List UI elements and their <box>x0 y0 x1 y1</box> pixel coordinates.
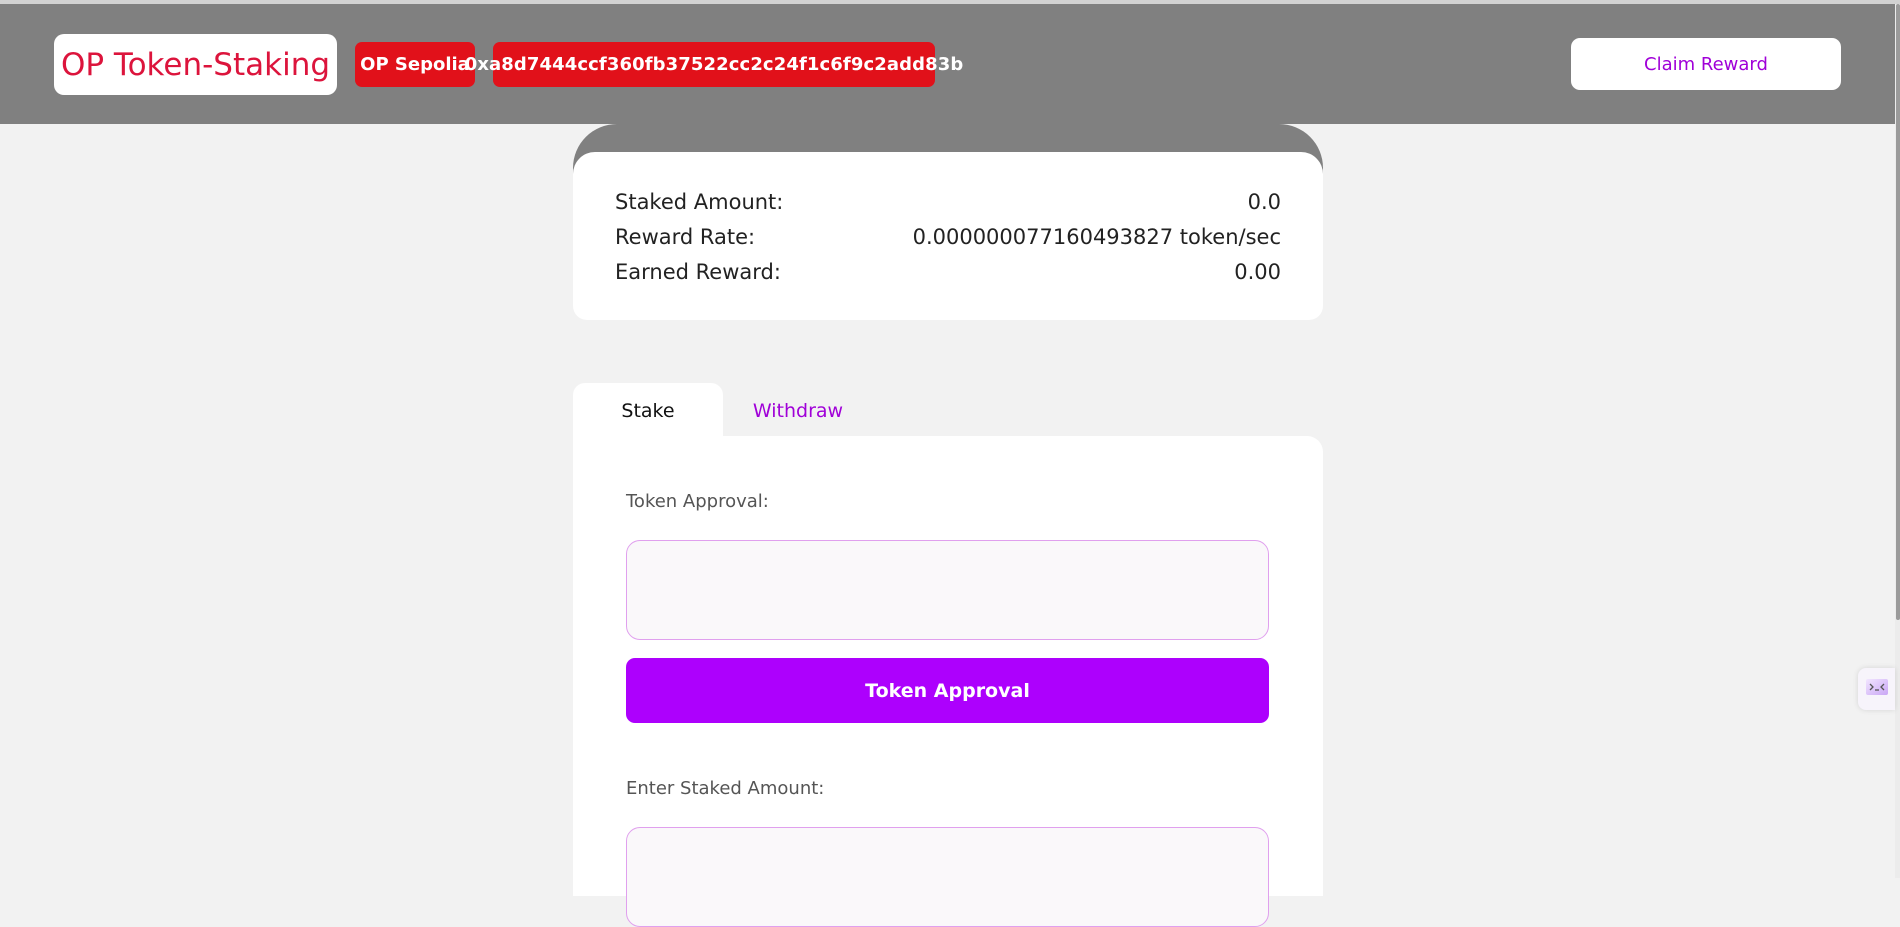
token-approval-button[interactable]: Token Approval <box>626 658 1269 723</box>
staked-amount-label: Staked Amount: <box>615 190 784 214</box>
brand-logo: OP Token-Staking <box>54 34 337 95</box>
brand-title: OP Token-Staking <box>60 46 331 83</box>
earned-reward-label: Earned Reward: <box>615 260 781 284</box>
tab-withdraw-label: Withdraw <box>752 399 844 422</box>
staked-amount-input[interactable] <box>626 827 1269 927</box>
scrollbar-thumb[interactable] <box>1896 4 1900 620</box>
stats-card: Staked Amount: 0.0 Reward Rate: 0.000000… <box>573 152 1323 320</box>
earned-reward-value: 0.00 <box>1234 260 1281 284</box>
floating-widget[interactable] <box>1858 668 1895 710</box>
tab-withdraw[interactable]: Withdraw <box>733 383 863 438</box>
app-header: OP Token-Staking OP Sepolia 0xa8d7444ccf… <box>0 4 1895 124</box>
expand-icon <box>1865 679 1888 699</box>
stake-form: Token Approval: Token Approval Enter Sta… <box>573 436 1323 927</box>
wallet-address-label: 0xa8d7444ccf360fb37522cc2c24f1c6f9c2add8… <box>464 54 964 75</box>
reward-rate-label: Reward Rate: <box>615 225 756 249</box>
reward-rate-value: 0.000000077160493827 token/sec <box>912 225 1281 249</box>
network-badge[interactable]: OP Sepolia <box>355 42 475 87</box>
earned-reward-row: Earned Reward: 0.00 <box>615 257 1281 287</box>
network-label: OP Sepolia <box>360 54 470 75</box>
tab-stake[interactable]: Stake <box>573 383 723 438</box>
token-approval-input[interactable] <box>626 540 1269 640</box>
token-approval-label: Token Approval: <box>626 491 769 512</box>
staked-amount-input-label: Enter Staked Amount: <box>626 778 825 799</box>
tab-stake-label: Stake <box>621 399 675 422</box>
staked-amount-value: 0.0 <box>1247 190 1281 214</box>
staked-amount-row: Staked Amount: 0.0 <box>615 187 1281 217</box>
wallet-address-badge[interactable]: 0xa8d7444ccf360fb37522cc2c24f1c6f9c2add8… <box>465 42 963 87</box>
reward-rate-row: Reward Rate: 0.000000077160493827 token/… <box>615 222 1281 252</box>
claim-reward-button[interactable]: Claim Reward <box>1571 38 1841 90</box>
